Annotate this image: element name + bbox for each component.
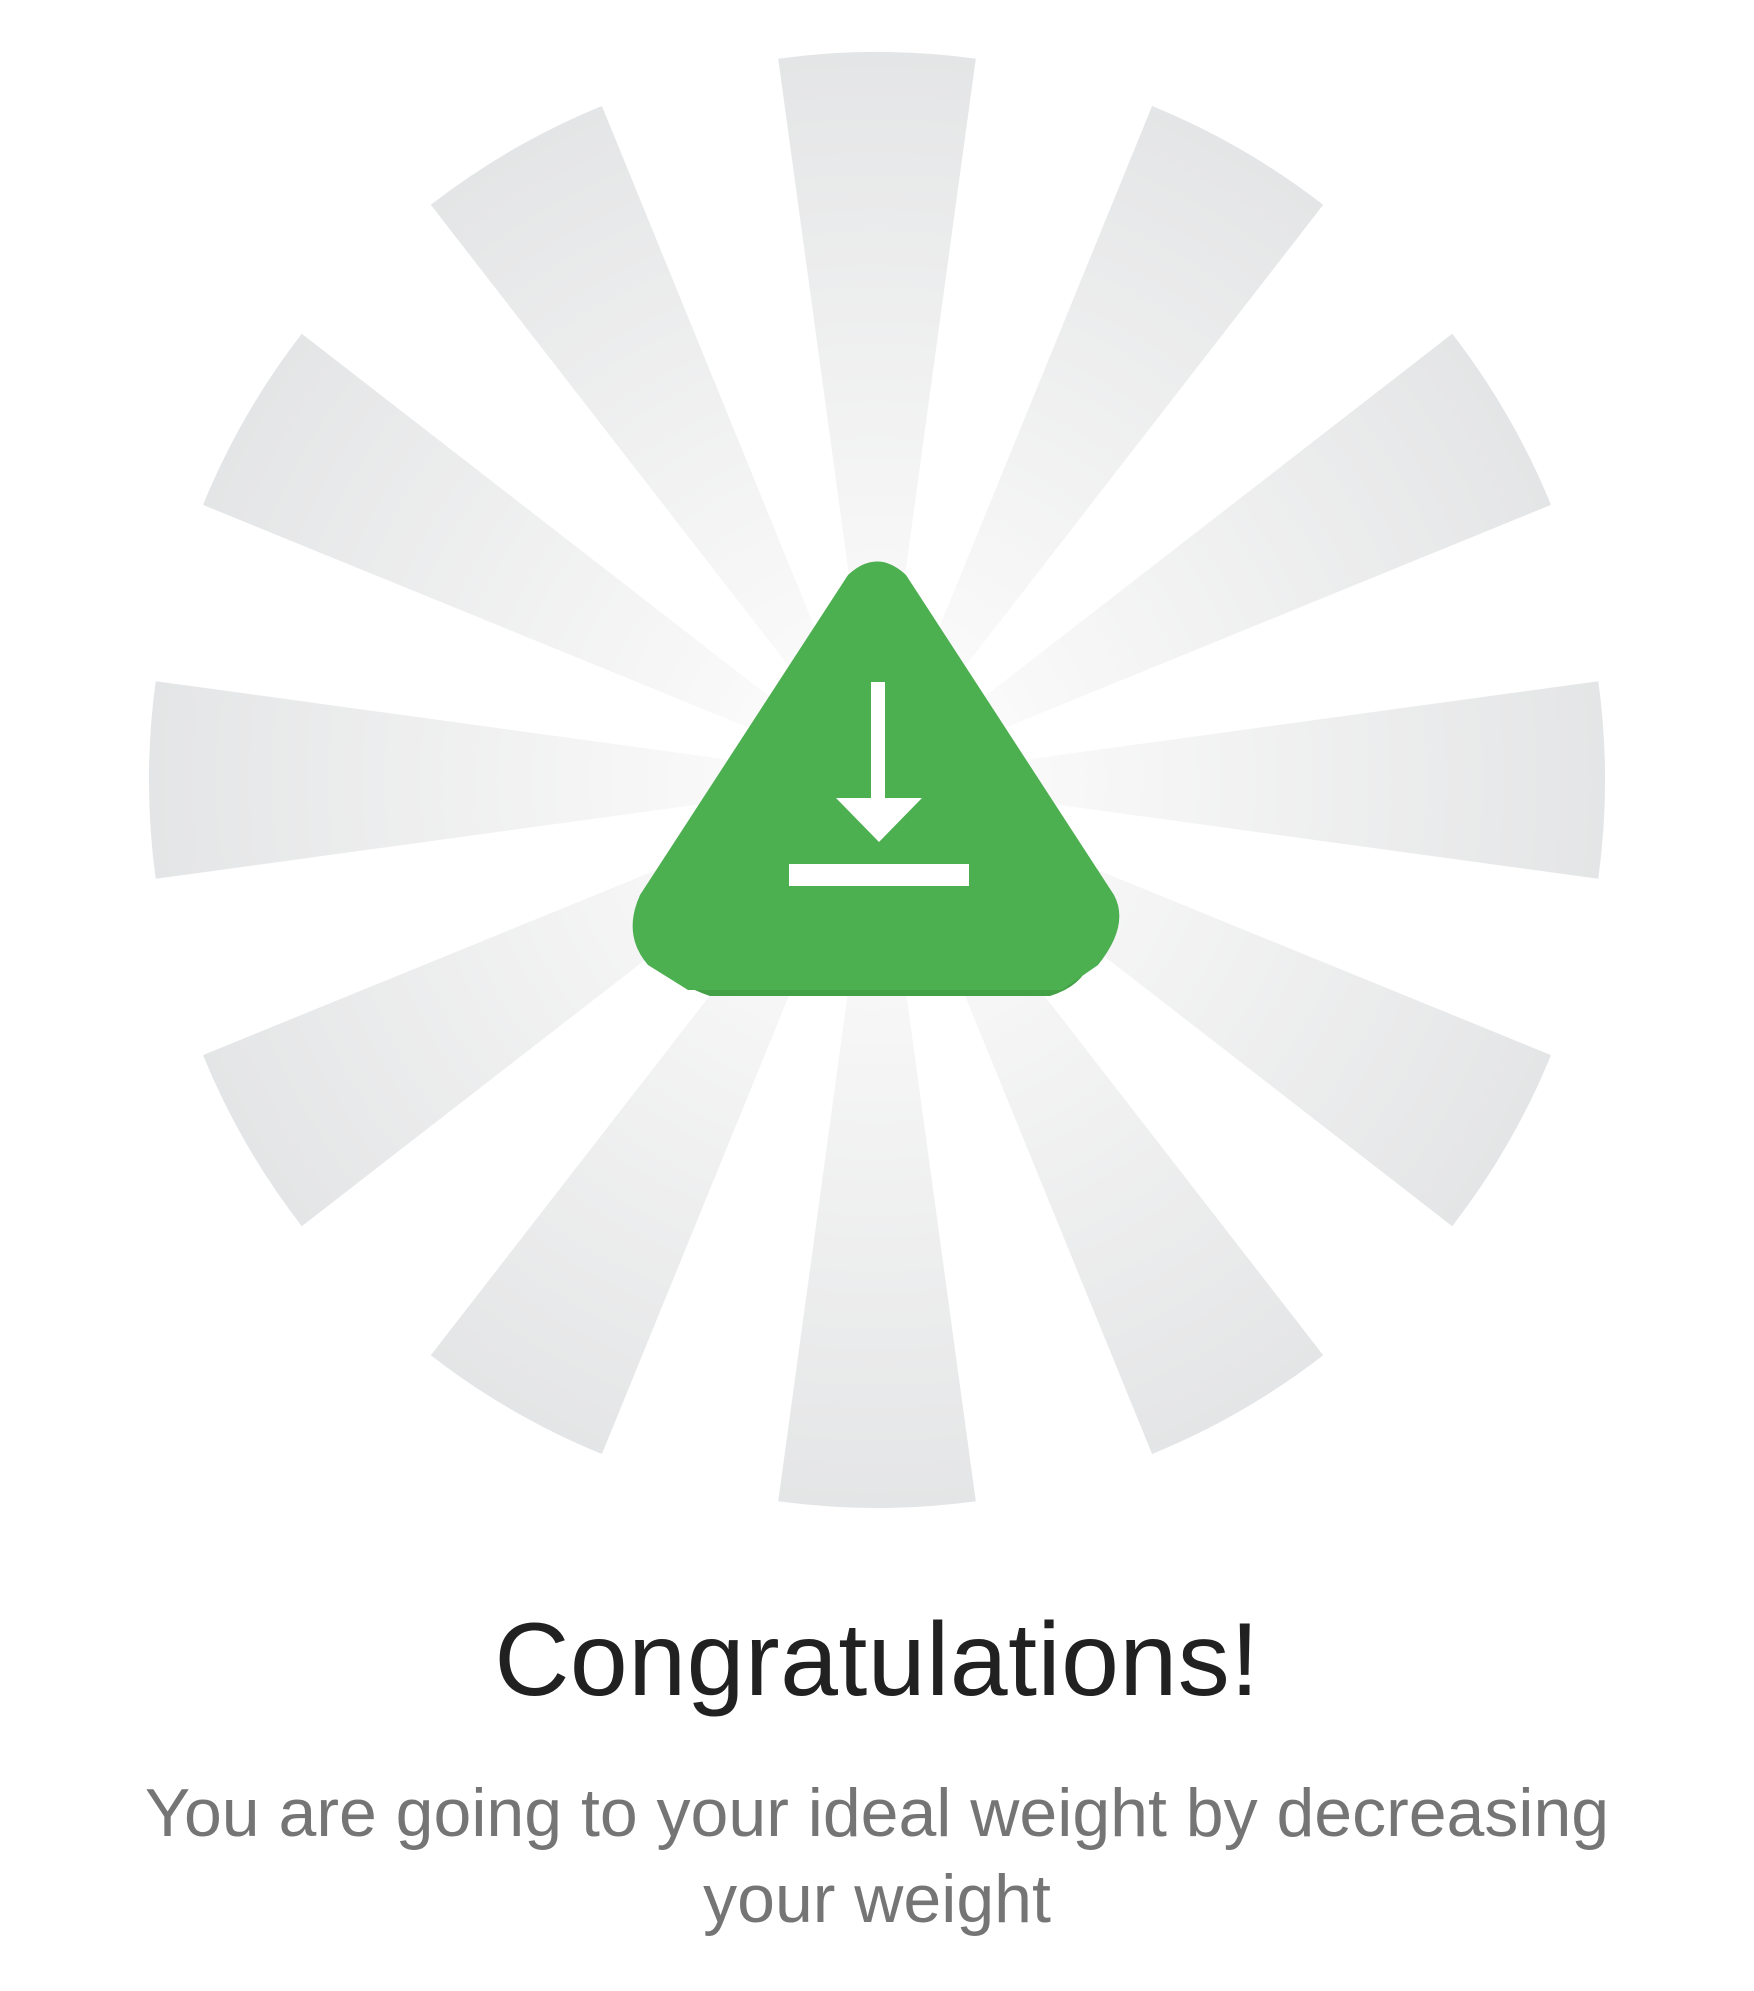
sunburst-illustration bbox=[148, 51, 1606, 1509]
congratulations-title: Congratulations! bbox=[494, 1602, 1260, 1718]
congratulations-message: You are going to your ideal weight by de… bbox=[144, 1775, 1610, 1937]
